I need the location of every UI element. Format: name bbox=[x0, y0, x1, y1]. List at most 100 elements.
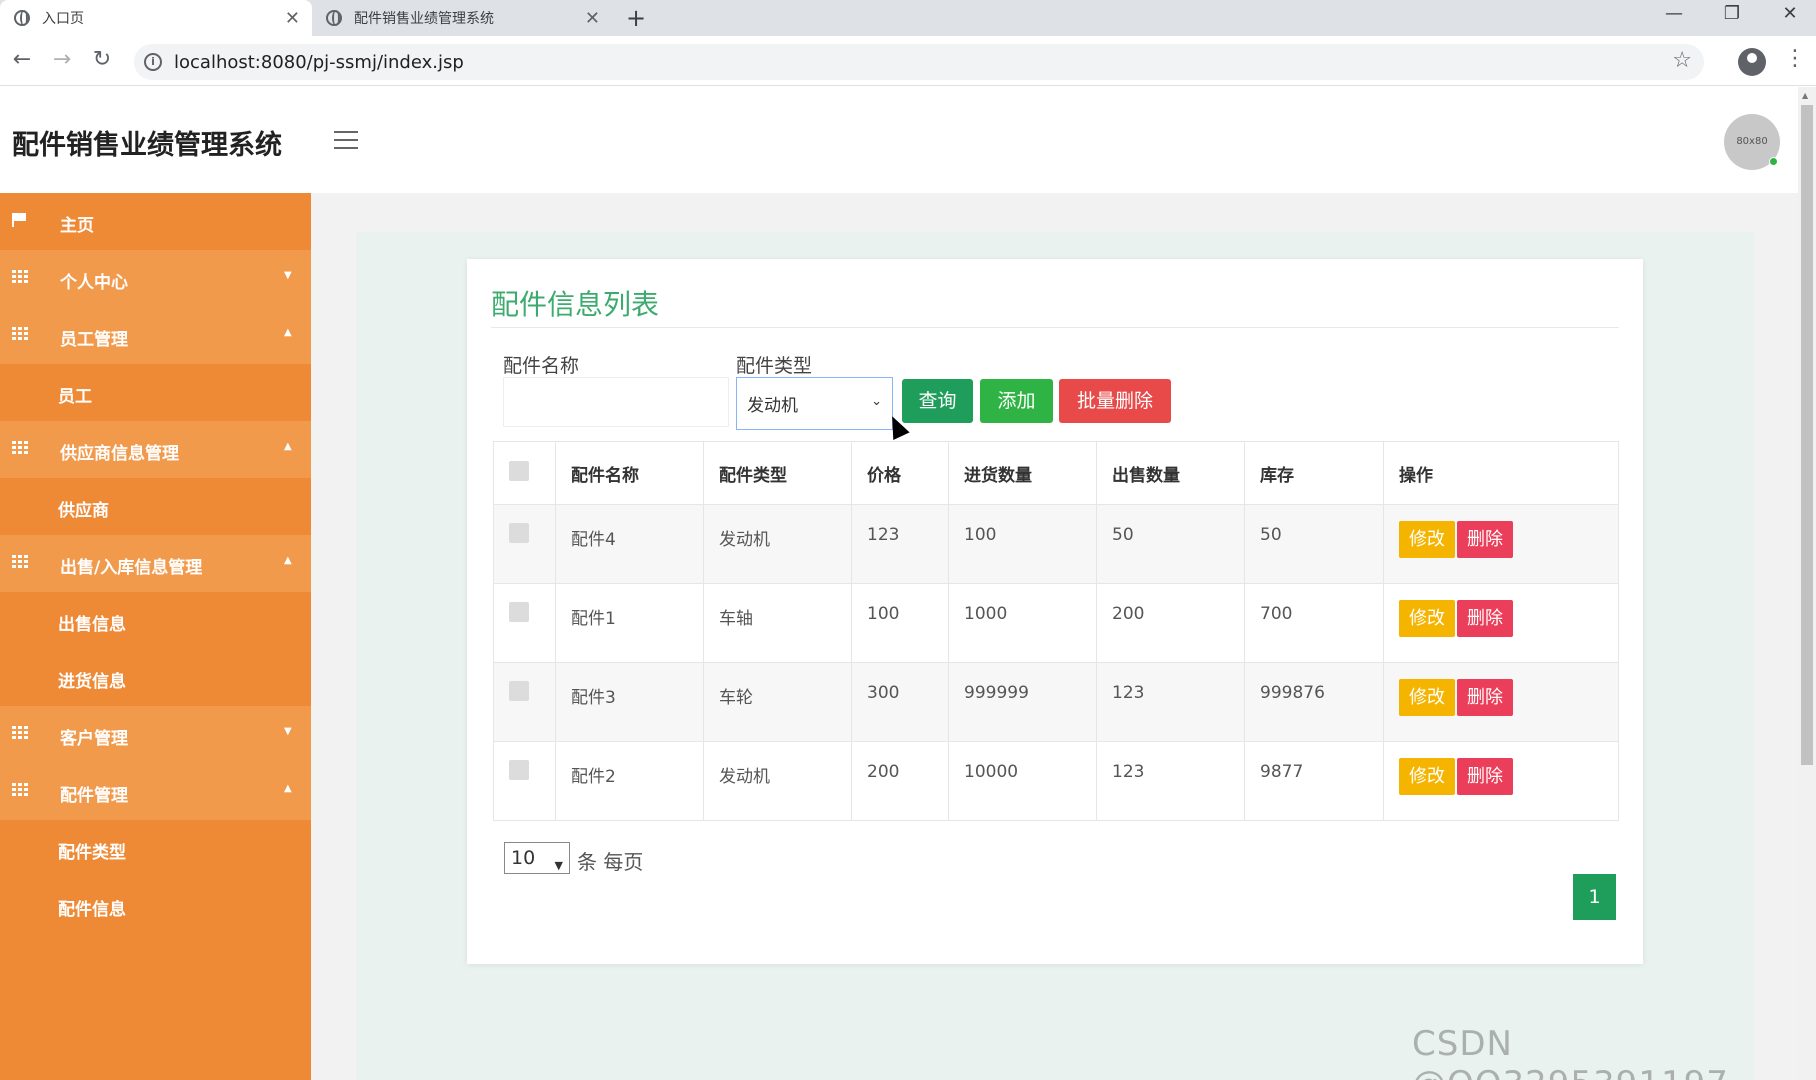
caret-down-icon: ▼ bbox=[284, 270, 292, 281]
back-arrow-icon[interactable]: ← bbox=[8, 46, 36, 74]
sidebar-item[interactable]: 员工 bbox=[0, 364, 311, 421]
col-header[interactable]: 出售数量 bbox=[1096, 441, 1245, 505]
sidebar-item-label: 出售信息 bbox=[58, 615, 126, 635]
grid-icon bbox=[12, 441, 28, 455]
edit-button[interactable]: 修改 bbox=[1399, 521, 1455, 558]
select-all-cell bbox=[493, 441, 556, 505]
row-checkbox[interactable] bbox=[509, 602, 529, 622]
avatar-placeholder-text: 80x80 bbox=[1736, 136, 1768, 147]
scroll-up-arrow-icon[interactable]: ▲ bbox=[1802, 91, 1808, 100]
cell-in-qty: 100 bbox=[948, 504, 1097, 584]
browser-toolbar: ← → ↻ i localhost:8080/pj-ssmj/index.jsp… bbox=[0, 36, 1816, 86]
select-all-checkbox[interactable] bbox=[509, 460, 529, 481]
delete-button[interactable]: 删除 bbox=[1457, 600, 1513, 637]
scroll-thumb[interactable] bbox=[1801, 105, 1813, 765]
sidebar-item[interactable]: 客户管理 ▼ bbox=[0, 706, 311, 763]
table-header-row: 配件名称 配件类型 价格 进货数量 出售数量 库存 操作 bbox=[493, 441, 1619, 505]
cell-type: 车轴 bbox=[703, 583, 852, 663]
grid-icon bbox=[12, 270, 28, 284]
profile-icon[interactable] bbox=[1738, 48, 1766, 76]
row-checkbox[interactable] bbox=[509, 523, 529, 543]
menu-toggle-icon[interactable] bbox=[334, 131, 358, 149]
col-header[interactable]: 价格 bbox=[851, 441, 949, 505]
app-title: 配件销售业绩管理系统 bbox=[12, 130, 282, 161]
site-info-icon[interactable]: i bbox=[144, 53, 162, 71]
cell-name: 配件3 bbox=[555, 662, 704, 742]
restore-button[interactable]: ❐ bbox=[1704, 0, 1760, 32]
tab-title: 入口页 bbox=[42, 11, 84, 27]
edit-button[interactable]: 修改 bbox=[1399, 600, 1455, 637]
watermark: CSDN @QQ3295391197 bbox=[1412, 1024, 1728, 1080]
sidebar-item-label: 出售/入库信息管理 bbox=[60, 558, 203, 578]
col-header[interactable]: 配件名称 bbox=[555, 441, 704, 505]
cell-price: 200 bbox=[851, 741, 949, 821]
cell-sold-qty: 123 bbox=[1096, 662, 1245, 742]
new-tab-button[interactable]: + bbox=[626, 4, 646, 32]
bookmark-star-icon[interactable]: ☆ bbox=[1672, 48, 1692, 73]
sidebar-item[interactable]: 进货信息 bbox=[0, 649, 311, 706]
caret-up-icon: ▲ bbox=[284, 783, 292, 794]
caret-up-icon: ▲ bbox=[284, 555, 292, 566]
cell-type: 发动机 bbox=[703, 741, 852, 821]
tab-title: 配件销售业绩管理系统 bbox=[354, 11, 494, 27]
row-checkbox[interactable] bbox=[509, 681, 529, 701]
sidebar-item[interactable]: 个人中心 ▼ bbox=[0, 250, 311, 307]
row-checkbox[interactable] bbox=[509, 760, 529, 780]
browser-tab-entry[interactable]: 入口页 ✕ bbox=[0, 0, 312, 36]
online-status-dot bbox=[1769, 157, 1778, 166]
add-button[interactable]: 添加 bbox=[980, 379, 1053, 423]
cell-in-qty: 10000 bbox=[948, 741, 1097, 821]
close-tab-icon[interactable]: ✕ bbox=[285, 8, 300, 29]
cell-price: 100 bbox=[851, 583, 949, 663]
close-tab-icon[interactable]: ✕ bbox=[585, 8, 600, 29]
col-header[interactable]: 进货数量 bbox=[948, 441, 1097, 505]
cell-price: 300 bbox=[851, 662, 949, 742]
delete-button[interactable]: 删除 bbox=[1457, 521, 1513, 558]
minimize-button[interactable]: — bbox=[1646, 0, 1702, 32]
sidebar-item[interactable]: 员工管理 ▲ bbox=[0, 307, 311, 364]
row-select-cell bbox=[493, 504, 556, 584]
sidebar-item[interactable]: 供应商信息管理 ▲ bbox=[0, 421, 311, 478]
sidebar-item[interactable]: 配件类型 bbox=[0, 820, 311, 877]
sidebar-item-label: 配件类型 bbox=[58, 843, 126, 863]
batch-delete-button[interactable]: 批量删除 bbox=[1059, 379, 1171, 423]
browser-menu-icon[interactable]: ⋮ bbox=[1784, 46, 1806, 71]
edit-button[interactable]: 修改 bbox=[1399, 679, 1455, 716]
forward-arrow-icon[interactable]: → bbox=[48, 46, 76, 74]
window-close-button[interactable]: ✕ bbox=[1762, 0, 1816, 32]
query-button[interactable]: 查询 bbox=[902, 379, 973, 423]
sidebar-item[interactable]: 出售/入库信息管理 ▲ bbox=[0, 535, 311, 592]
cell-stock: 999876 bbox=[1244, 662, 1384, 742]
cell-name: 配件4 bbox=[555, 504, 704, 584]
delete-button[interactable]: 删除 bbox=[1457, 679, 1513, 716]
sidebar-item[interactable]: 配件管理 ▲ bbox=[0, 763, 311, 820]
sidebar-item[interactable]: 配件信息 bbox=[0, 877, 311, 934]
caret-up-icon: ▲ bbox=[284, 441, 292, 452]
page-number-button[interactable]: 1 bbox=[1573, 874, 1616, 920]
actions-cell: 修改 删除 bbox=[1383, 583, 1619, 663]
sidebar-item-label: 主页 bbox=[60, 216, 94, 236]
sidebar-item-label: 供应商 bbox=[58, 501, 109, 521]
col-header[interactable]: 库存 bbox=[1244, 441, 1384, 505]
reload-icon[interactable]: ↻ bbox=[88, 46, 116, 74]
sidebar-item[interactable]: 主页 bbox=[0, 193, 311, 250]
page-size-select[interactable]: 10 ▼ bbox=[504, 842, 570, 874]
sidebar-item[interactable]: 出售信息 bbox=[0, 592, 311, 649]
url-text[interactable]: localhost:8080/pj-ssmj/index.jsp bbox=[174, 52, 464, 73]
sidebar-item[interactable]: 供应商 bbox=[0, 478, 311, 535]
cell-name: 配件2 bbox=[555, 741, 704, 821]
edit-button[interactable]: 修改 bbox=[1399, 758, 1455, 795]
browser-tab-bar: 入口页 ✕ 配件销售业绩管理系统 ✕ + — ❐ ✕ bbox=[0, 0, 1816, 36]
page-scrollbar[interactable]: ▲ bbox=[1798, 87, 1816, 1080]
col-header[interactable]: 配件类型 bbox=[703, 441, 852, 505]
caret-down-icon: ▼ bbox=[284, 726, 292, 737]
sidebar-item-label: 客户管理 bbox=[60, 729, 128, 749]
address-bar[interactable]: i localhost:8080/pj-ssmj/index.jsp ☆ bbox=[134, 44, 1704, 80]
sidebar-item-label: 员工 bbox=[58, 387, 92, 407]
part-type-select[interactable]: 发动机 ⌄ bbox=[736, 377, 893, 430]
chevron-down-icon: ⌄ bbox=[871, 394, 882, 409]
browser-tab-system[interactable]: 配件销售业绩管理系统 ✕ bbox=[312, 0, 612, 36]
part-name-input[interactable] bbox=[503, 377, 729, 427]
avatar[interactable]: 80x80 bbox=[1724, 114, 1780, 170]
delete-button[interactable]: 删除 bbox=[1457, 758, 1513, 795]
